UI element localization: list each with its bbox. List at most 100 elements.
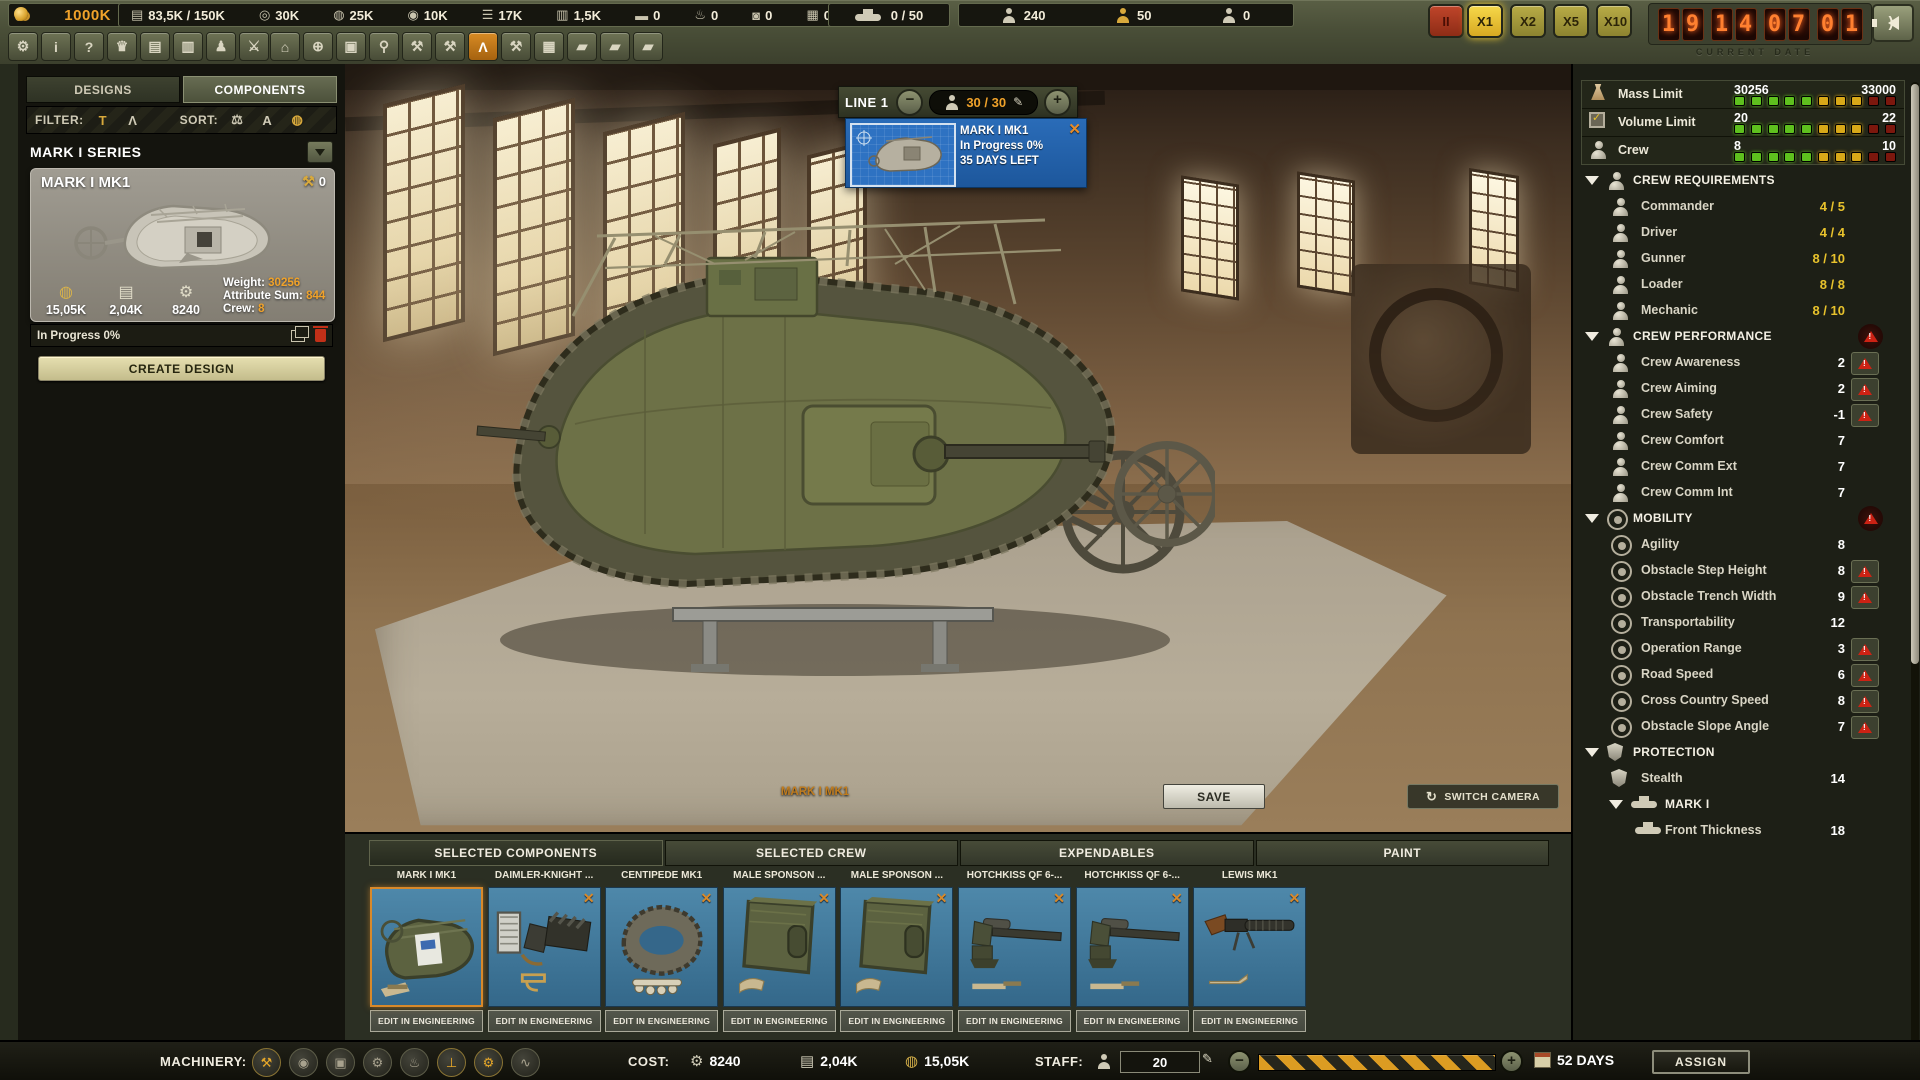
edit-in-engineering-button[interactable]: EDIT IN ENGINEERING: [605, 1010, 718, 1032]
line-job-close-icon[interactable]: ✕: [1068, 120, 1081, 138]
toolbar-factory-button[interactable]: ⌂: [270, 32, 300, 61]
edit-in-engineering-button[interactable]: EDIT IN ENGINEERING: [370, 1010, 483, 1032]
factory-3d-viewport[interactable]: LINE 1 − 30 / 30 ✎ +: [345, 64, 1571, 832]
remove-component-icon[interactable]: ✕: [1288, 890, 1300, 907]
staff-count-input[interactable]: 20: [1120, 1051, 1200, 1073]
staff-increase-button[interactable]: +: [1500, 1050, 1523, 1073]
filter-design-icon[interactable]: Λ: [122, 110, 144, 130]
series-collapse-button[interactable]: [307, 141, 333, 163]
machinery-mill-icon[interactable]: ⚙: [474, 1048, 503, 1077]
remove-component-icon[interactable]: ✕: [583, 890, 595, 907]
machinery-anvil-icon[interactable]: ⚒: [252, 1048, 281, 1077]
line-capacity-increase-button[interactable]: +: [1044, 89, 1071, 116]
toolbar-tank-sales-button[interactable]: ▰: [600, 32, 630, 61]
toolbar-workshop-gold-button[interactable]: ⚒: [435, 32, 465, 61]
toolbar-tank-service-button[interactable]: ▰: [633, 32, 663, 61]
component-card-image[interactable]: ✕: [1193, 887, 1306, 1007]
sort-alphabetical-icon[interactable]: A: [256, 110, 278, 130]
remove-component-icon[interactable]: ✕: [1053, 890, 1065, 907]
toolbar-newspaper-button[interactable]: ▤: [140, 32, 170, 61]
machinery-press-icon[interactable]: ▣: [326, 1048, 355, 1077]
edit-in-engineering-button[interactable]: EDIT IN ENGINEERING: [840, 1010, 953, 1032]
assign-button[interactable]: ASSIGN: [1652, 1050, 1750, 1074]
duplicate-design-icon[interactable]: [291, 330, 305, 342]
toolbar-info-button[interactable]: i: [41, 32, 71, 61]
design-card[interactable]: MARK I MK1 ⚒ 0 ◍15,05K▤2,04K⚙8240: [30, 168, 335, 322]
machinery-crane-icon[interactable]: ∿: [511, 1048, 540, 1077]
component-card-image[interactable]: ✕: [723, 887, 836, 1007]
notifications-button[interactable]: [1872, 4, 1914, 42]
attribute-row-stealth: Stealth14: [1577, 766, 1911, 792]
edit-in-engineering-button[interactable]: EDIT IN ENGINEERING: [1193, 1010, 1306, 1032]
machinery-lathe-icon[interactable]: ◉: [289, 1048, 318, 1077]
remove-component-icon[interactable]: ✕: [818, 890, 830, 907]
component-card-image[interactable]: [370, 887, 483, 1007]
tab-components[interactable]: COMPONENTS: [183, 76, 337, 103]
tab-designs[interactable]: DESIGNS: [26, 76, 180, 103]
toolbar-construction-button[interactable]: ⚒: [501, 32, 531, 61]
collapse-triangle-icon[interactable]: [1585, 514, 1599, 523]
collapse-triangle-icon[interactable]: [1585, 176, 1599, 185]
toolbar-research-button[interactable]: ⚲: [369, 32, 399, 61]
component-card-image[interactable]: ✕: [840, 887, 953, 1007]
toolbar-help-button[interactable]: ?: [74, 32, 104, 61]
toolbar-contracts-button[interactable]: ▣: [336, 32, 366, 61]
speed-x2-button[interactable]: X2: [1510, 4, 1546, 38]
toolbar-components-button[interactable]: ▦: [534, 32, 564, 61]
sort-cost-icon[interactable]: ◍: [286, 110, 308, 130]
attribute-label: Loader: [1641, 277, 1683, 291]
toolbar-spy-button[interactable]: ♟: [206, 32, 236, 61]
attribute-row-crew-comm-int: Crew Comm Int7: [1577, 480, 1911, 506]
staff-decrease-button[interactable]: −: [1228, 1050, 1251, 1073]
toolbar-military-button[interactable]: ⚔: [239, 32, 269, 61]
edit-in-engineering-button[interactable]: EDIT IN ENGINEERING: [958, 1010, 1071, 1032]
tab-selected-components[interactable]: SELECTED COMPONENTS: [369, 840, 663, 866]
sort-weight-icon[interactable]: ⚖: [226, 110, 248, 130]
tab-paint[interactable]: PAINT: [1256, 840, 1550, 866]
save-button[interactable]: SAVE: [1163, 784, 1265, 809]
toolbar-world-map-button[interactable]: ⊕: [303, 32, 333, 61]
filter-type-icon[interactable]: T: [92, 110, 114, 130]
speed-x1-button[interactable]: X1: [1467, 4, 1503, 38]
remove-component-icon[interactable]: ✕: [936, 890, 948, 907]
machinery-welder-icon[interactable]: ⚙: [363, 1048, 392, 1077]
tank-model[interactable]: [455, 194, 1215, 694]
collapse-triangle-icon[interactable]: [1585, 332, 1599, 341]
collapse-triangle-icon[interactable]: [1609, 800, 1623, 809]
component-card-image[interactable]: ✕: [488, 887, 601, 1007]
edit-in-engineering-button[interactable]: EDIT IN ENGINEERING: [488, 1010, 601, 1032]
speed-x5-button[interactable]: X5: [1553, 4, 1589, 38]
toolbar-settings-button[interactable]: ⚙: [8, 32, 38, 61]
edit-capacity-icon[interactable]: ✎: [1013, 95, 1023, 109]
section-title: CREW PERFORMANCE: [1633, 329, 1772, 343]
line-capacity-decrease-button[interactable]: −: [896, 89, 923, 116]
edit-in-engineering-button[interactable]: EDIT IN ENGINEERING: [1076, 1010, 1189, 1032]
pause-button[interactable]: II: [1428, 4, 1464, 38]
tab-selected-crew[interactable]: SELECTED CREW: [665, 840, 959, 866]
component-card-name: HOTCHKISS QF 6-...: [958, 870, 1071, 885]
staff-edit-icon[interactable]: ✎: [1202, 1051, 1213, 1067]
create-design-button[interactable]: CREATE DESIGN: [38, 356, 325, 381]
remove-component-icon[interactable]: ✕: [700, 890, 712, 907]
attributes-scrollbar-thumb[interactable]: [1911, 84, 1919, 664]
switch-camera-button[interactable]: ↻ SWITCH CAMERA: [1407, 784, 1559, 809]
gauge-led-bar: [1734, 96, 1896, 106]
toolbar-workshop-button[interactable]: ⚒: [402, 32, 432, 61]
edit-in-engineering-button[interactable]: EDIT IN ENGINEERING: [723, 1010, 836, 1032]
machinery-drill-icon[interactable]: ⊥: [437, 1048, 466, 1077]
toolbar-trophy-button[interactable]: ♛: [107, 32, 137, 61]
speed-x10-button[interactable]: X10: [1596, 4, 1632, 38]
assignment-progress-bar[interactable]: [1258, 1054, 1496, 1071]
toolbar-report-button[interactable]: ▥: [173, 32, 203, 61]
production-line-job-card[interactable]: MARK I MK1 In Progress 0% 35 DAYS LEFT ✕: [845, 118, 1087, 188]
machinery-furnace-icon[interactable]: ♨: [400, 1048, 429, 1077]
component-card-image[interactable]: ✕: [605, 887, 718, 1007]
component-card-image[interactable]: ✕: [958, 887, 1071, 1007]
component-card-image[interactable]: ✕: [1076, 887, 1189, 1007]
tab-expendables[interactable]: EXPENDABLES: [960, 840, 1254, 866]
toolbar-design-bureau-button[interactable]: Λ: [468, 32, 498, 61]
delete-design-icon[interactable]: [315, 329, 326, 342]
collapse-triangle-icon[interactable]: [1585, 748, 1599, 757]
toolbar-tank-fleet-button[interactable]: ▰: [567, 32, 597, 61]
remove-component-icon[interactable]: ✕: [1171, 890, 1183, 907]
